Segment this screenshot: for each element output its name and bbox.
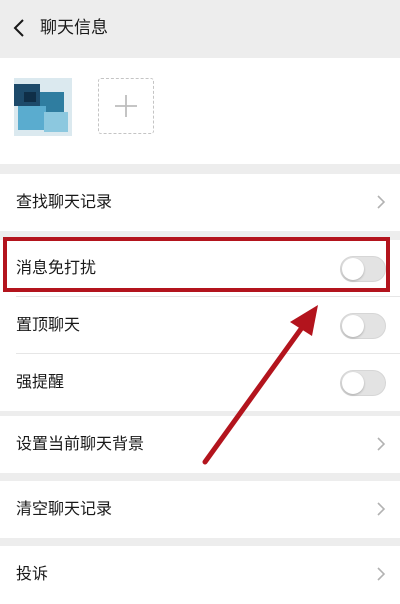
chevron-right-icon (377, 437, 386, 451)
strong-alert-label: 强提醒 (16, 372, 65, 391)
pin-chat-toggle[interactable] (340, 313, 386, 339)
search-history-row[interactable]: 查找聊天记录 (0, 174, 400, 231)
toggle-knob (342, 372, 364, 394)
plus-icon (115, 95, 137, 117)
search-history-label: 查找聊天记录 (16, 192, 113, 211)
chevron-right-icon (377, 502, 386, 516)
group-avatar[interactable] (14, 78, 72, 136)
chevron-right-icon (377, 567, 386, 581)
strong-alert-row: 强提醒 (0, 354, 400, 411)
mute-notifications-label: 消息免打扰 (16, 258, 97, 277)
chevron-left-icon[interactable] (12, 18, 26, 38)
navigation-bar: 聊天信息 (0, 0, 400, 58)
clear-history-row[interactable]: 清空聊天记录 (0, 481, 400, 538)
toggle-knob (342, 315, 364, 337)
report-row[interactable]: 投诉 (0, 546, 400, 604)
report-label: 投诉 (16, 564, 49, 583)
mute-notifications-row: 消息免打扰 (0, 240, 400, 297)
chevron-right-icon (377, 195, 386, 209)
add-member-button[interactable] (98, 78, 154, 134)
clear-history-label: 清空聊天记录 (16, 499, 113, 518)
toggle-knob (342, 258, 364, 280)
set-background-label: 设置当前聊天背景 (16, 434, 145, 453)
pin-chat-label: 置顶聊天 (16, 315, 81, 334)
avatar-image (14, 78, 72, 136)
strong-alert-toggle[interactable] (340, 370, 386, 396)
set-background-row[interactable]: 设置当前聊天背景 (0, 416, 400, 473)
page-title: 聊天信息 (40, 18, 108, 38)
pin-chat-row: 置顶聊天 (0, 297, 400, 354)
members-section (0, 58, 400, 164)
mute-notifications-toggle[interactable] (340, 256, 386, 282)
